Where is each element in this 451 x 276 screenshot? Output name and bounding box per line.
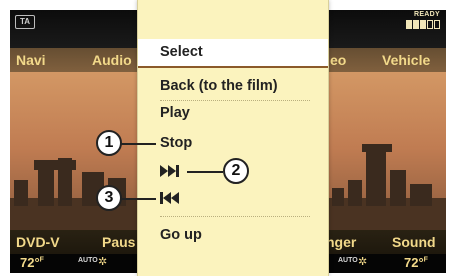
left-auto-label: AUTO	[78, 257, 98, 264]
left-fan-icon: ✲	[98, 256, 108, 268]
top-menu-vehicle[interactable]: Vehicle	[382, 48, 430, 72]
callout-3: 3	[96, 185, 122, 211]
menu-item-stop[interactable]: Stop	[138, 130, 328, 157]
callout-3-leader	[120, 198, 156, 200]
battery-icon	[406, 20, 440, 29]
callout-2-leader	[187, 171, 223, 173]
menu-divider	[160, 216, 310, 217]
dvd-menu-screen: TA READY Navi Audio eo Vehicle DVD-V Pau…	[0, 0, 451, 276]
ready-label: READY	[413, 11, 440, 18]
bottom-menu-pause[interactable]: Paus	[102, 230, 135, 254]
menu-item-back[interactable]: Back (to the film)	[138, 73, 328, 100]
menu-item-select[interactable]: Select	[138, 39, 328, 68]
bottom-menu-dvd-v[interactable]: DVD-V	[16, 230, 60, 254]
bottom-menu-sound[interactable]: Sound	[392, 230, 436, 254]
left-temperature[interactable]: 72°F	[20, 255, 44, 270]
menu-item-play[interactable]: Play	[138, 100, 328, 127]
right-fan-icon: ✲	[358, 256, 368, 268]
callout-1-leader	[120, 143, 156, 145]
dvd-popup-menu: Select Back (to the film) Play Stop Go u…	[137, 0, 329, 276]
skip-forward-icon	[160, 165, 179, 177]
top-menu-audio[interactable]: Audio	[92, 48, 132, 72]
top-menu-navi[interactable]: Navi	[16, 48, 46, 72]
right-temperature[interactable]: 72°F	[404, 255, 428, 270]
callout-2: 2	[223, 158, 249, 184]
right-auto-label: AUTO	[338, 257, 358, 264]
menu-item-go-up[interactable]: Go up	[138, 222, 328, 249]
top-menu-video[interactable]: eo	[330, 48, 346, 72]
callout-1: 1	[96, 130, 122, 156]
skip-back-icon	[160, 192, 179, 204]
ta-badge: TA	[15, 15, 35, 29]
bottom-menu-changer[interactable]: nger	[326, 230, 356, 254]
menu-item-skip-back[interactable]	[138, 185, 328, 212]
